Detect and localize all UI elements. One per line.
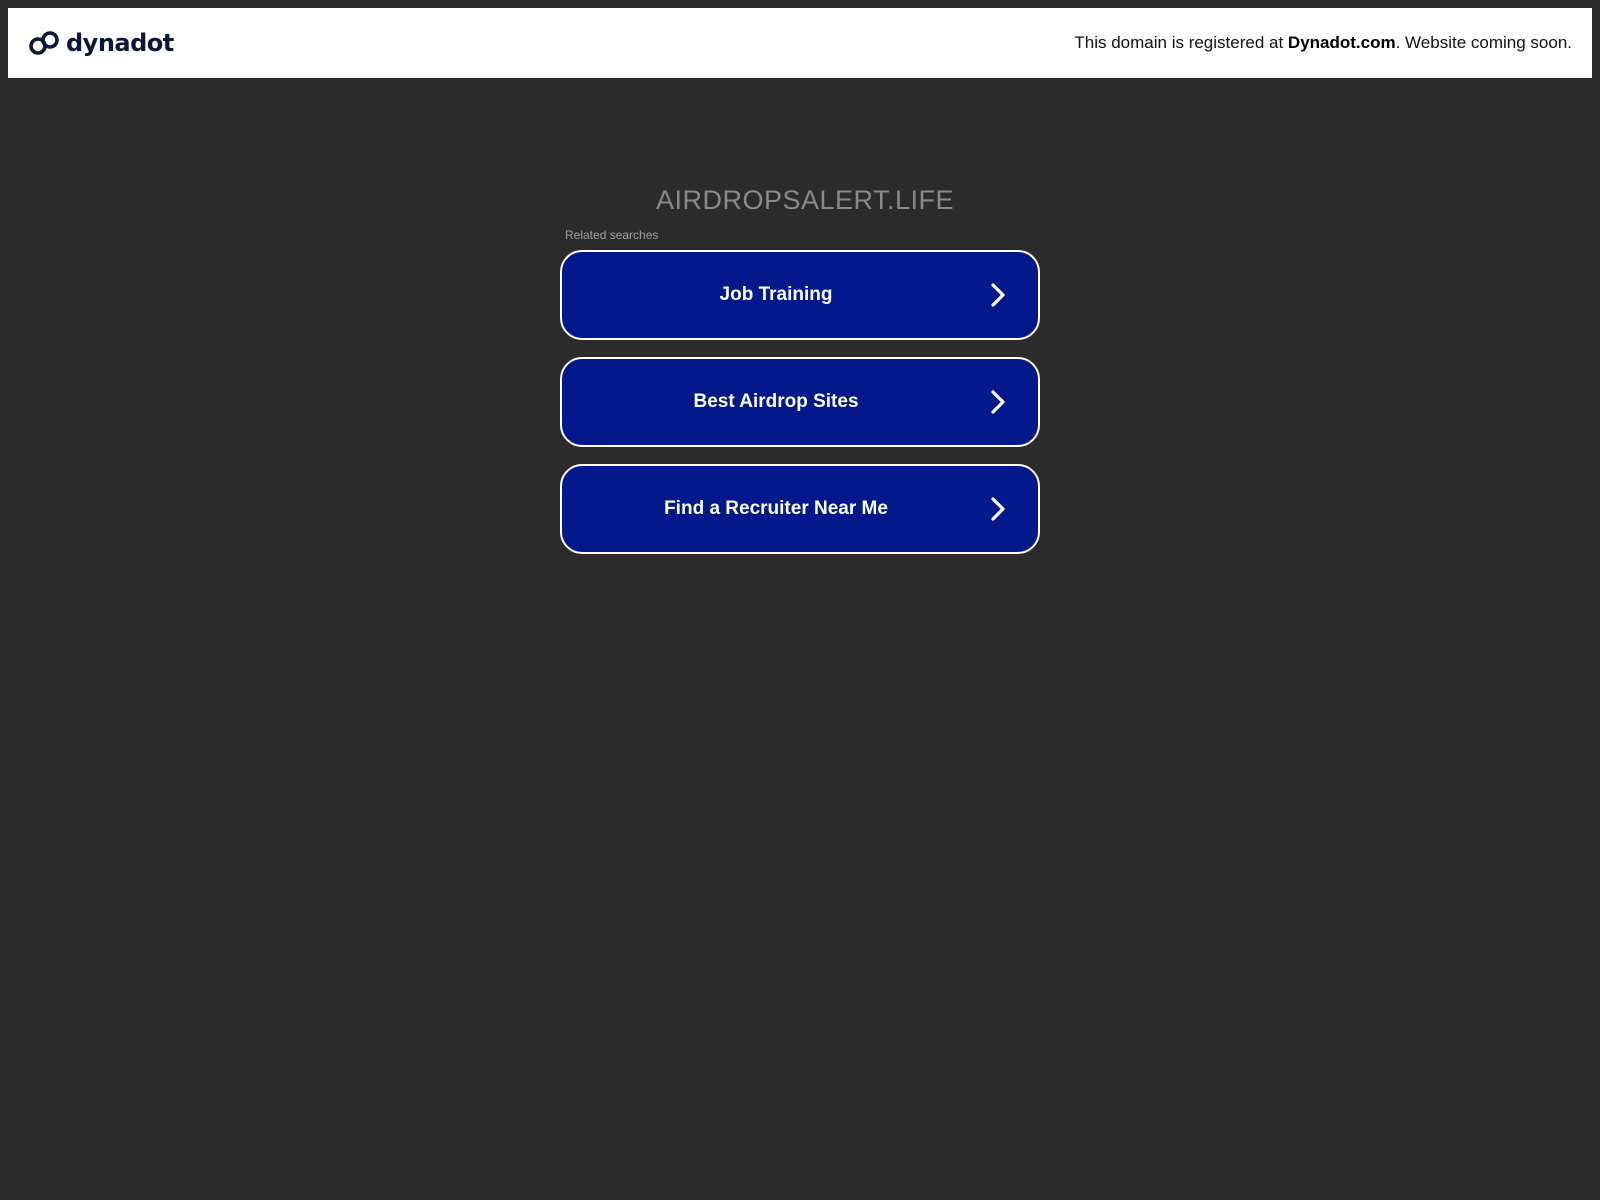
- related-searches-label: Related searches: [565, 228, 659, 242]
- related-link-label: Job Training: [719, 284, 833, 305]
- notice-prefix: This domain is registered at: [1074, 33, 1288, 52]
- related-link-label: Find a Recruiter Near Me: [664, 498, 888, 519]
- related-link-job-training[interactable]: Job Training: [560, 250, 1040, 340]
- chevron-right-icon: [991, 283, 1005, 307]
- dynadot-logo[interactable]: dynadot: [28, 27, 174, 59]
- related-link-label: Best Airdrop Sites: [693, 391, 859, 412]
- related-link-best-airdrop-sites[interactable]: Best Airdrop Sites: [560, 357, 1040, 447]
- related-links-list: Job Training Best Airdrop Sites Find a R…: [560, 250, 1040, 554]
- parked-domain-content: AIRDROPSALERT.LIFE Related searches Job …: [560, 176, 1040, 554]
- dynadot-link[interactable]: Dynadot.com: [1288, 33, 1396, 52]
- chevron-right-icon: [991, 497, 1005, 521]
- registration-notice: This domain is registered at Dynadot.com…: [1074, 33, 1572, 53]
- top-header-bar: dynadot This domain is registered at Dyn…: [8, 8, 1592, 78]
- chevron-right-icon: [991, 390, 1005, 414]
- related-link-find-a-recruiter[interactable]: Find a Recruiter Near Me: [560, 464, 1040, 554]
- chain-link-icon: [29, 31, 59, 55]
- brand-name: dynadot: [66, 29, 174, 57]
- domain-title: AIRDROPSALERT.LIFE: [655, 185, 955, 215]
- notice-suffix: . Website coming soon.: [1395, 33, 1572, 52]
